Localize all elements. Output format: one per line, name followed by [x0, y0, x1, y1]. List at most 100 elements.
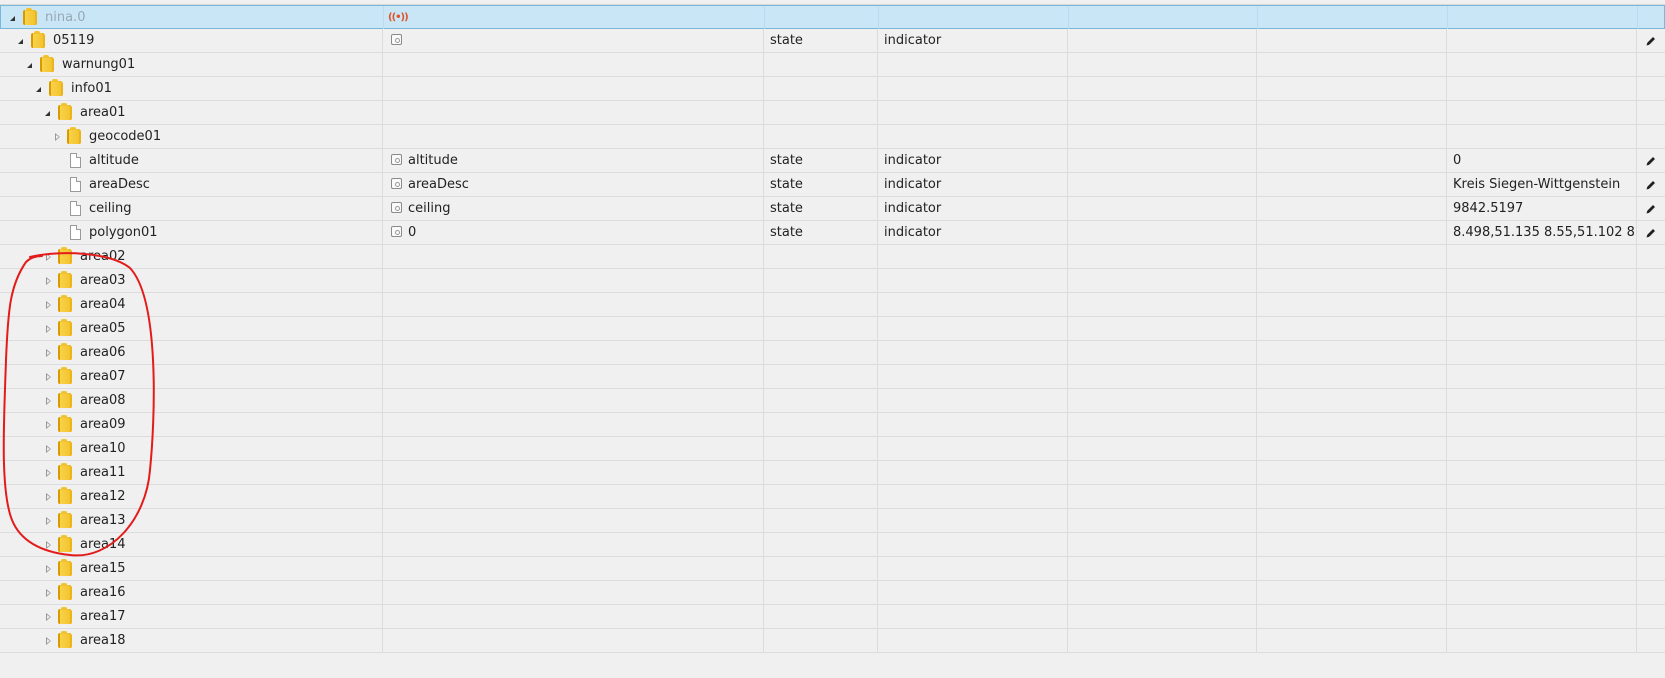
expand-toggle[interactable] — [42, 533, 54, 557]
edit-cell — [1637, 389, 1665, 413]
row-label: info01 — [71, 81, 112, 96]
expand-toggle[interactable] — [42, 245, 54, 269]
type-cell — [764, 245, 878, 269]
tree-row-root[interactable]: nina.0 — [0, 5, 1665, 30]
row-label: area04 — [80, 297, 126, 312]
tree-row-area11[interactable]: area11 — [0, 461, 1665, 485]
edit-cell[interactable] — [1637, 173, 1665, 197]
expand-toggle[interactable] — [42, 101, 54, 125]
edit-cell — [1637, 53, 1665, 77]
tree-row-05119[interactable]: 05119 state indicator — [0, 29, 1665, 53]
expand-toggle[interactable] — [15, 29, 27, 53]
expand-toggle[interactable] — [42, 437, 54, 461]
indicator-text: indicator — [884, 201, 942, 216]
tree-row-area14[interactable]: area14 — [0, 533, 1665, 557]
value-cell — [1447, 317, 1637, 341]
edit-cell[interactable] — [1637, 197, 1665, 221]
expand-toggle[interactable] — [33, 77, 45, 101]
tree-row-area12[interactable]: area12 — [0, 485, 1665, 509]
role-cell — [383, 125, 764, 149]
edit-cell — [1637, 413, 1665, 437]
expand-toggle[interactable] — [42, 557, 54, 581]
edit-cell[interactable] — [1637, 149, 1665, 173]
empty-cell — [1257, 605, 1447, 629]
tree-row-area08[interactable]: area08 — [0, 389, 1665, 413]
tree-row-area16[interactable]: area16 — [0, 581, 1665, 605]
tree-row-area13[interactable]: area13 — [0, 509, 1665, 533]
expand-toggle[interactable] — [42, 341, 54, 365]
folder-icon — [58, 271, 72, 288]
tree-row-ceiling[interactable]: ceiling ceiling state indicator 9842.5197 — [0, 197, 1665, 221]
row-label: area05 — [80, 321, 126, 336]
folder-icon — [58, 367, 72, 384]
folder-icon — [58, 439, 72, 456]
tree-row-area10[interactable]: area10 — [0, 437, 1665, 461]
expand-toggle[interactable] — [42, 461, 54, 485]
type-text — [764, 57, 770, 72]
row-label: area06 — [80, 345, 126, 360]
expand-toggle[interactable] — [42, 389, 54, 413]
edit-cell — [1637, 101, 1665, 125]
expand-toggle[interactable] — [42, 293, 54, 317]
tree-row-area05[interactable]: area05 — [0, 317, 1665, 341]
edit-cell[interactable] — [1637, 221, 1665, 245]
role-cell — [383, 485, 764, 509]
tree-row-area03[interactable]: area03 — [0, 269, 1665, 293]
edit-cell[interactable] — [1637, 29, 1665, 53]
tree-row-area07[interactable]: area07 — [0, 365, 1665, 389]
value-cell — [1447, 293, 1637, 317]
tree-row-area04[interactable]: area04 — [0, 293, 1665, 317]
indicator-cell — [878, 293, 1068, 317]
empty-cell — [1068, 29, 1257, 53]
expand-toggle[interactable] — [42, 413, 54, 437]
indicator-cell — [878, 365, 1068, 389]
empty-cell — [1257, 53, 1447, 77]
indicator-text — [878, 489, 884, 504]
row-label: altitude — [89, 153, 139, 168]
expand-toggle[interactable] — [42, 485, 54, 509]
tree-row-warnung01[interactable]: warnung01 — [0, 53, 1665, 77]
type-text — [764, 297, 770, 312]
expand-toggle[interactable] — [42, 605, 54, 629]
edit-cell — [1637, 365, 1665, 389]
type-text — [764, 537, 770, 552]
empty-cell — [1257, 125, 1447, 149]
name-cell: area05 — [0, 317, 383, 341]
type-text — [764, 273, 770, 288]
tree-row-area17[interactable]: area17 — [0, 605, 1665, 629]
type-cell — [764, 125, 878, 149]
tree-row-areaDesc[interactable]: areaDesc areaDesc state indicator Kreis Sieg… — [0, 173, 1665, 197]
pencil-icon — [1646, 157, 1655, 166]
expand-toggle[interactable] — [42, 317, 54, 341]
tree-row-area01[interactable]: area01 — [0, 101, 1665, 125]
tree-row-altitude[interactable]: altitude altitude state indicator 0 — [0, 149, 1665, 173]
indicator-text — [878, 465, 884, 480]
pencil-icon — [1646, 181, 1655, 190]
empty-cell — [1068, 125, 1257, 149]
tree-row-area09[interactable]: area09 — [0, 413, 1665, 437]
expand-toggle[interactable] — [42, 365, 54, 389]
role-cell — [383, 533, 764, 557]
expand-toggle[interactable] — [42, 509, 54, 533]
state-role-icon — [391, 154, 402, 165]
type-text — [764, 465, 770, 480]
tree-row-area18[interactable]: area18 — [0, 629, 1665, 653]
tree-row-geocode01[interactable]: geocode01 — [0, 125, 1665, 149]
indicator-text — [878, 561, 884, 576]
expand-toggle[interactable] — [7, 6, 19, 30]
name-cell: warnung01 — [0, 53, 383, 77]
expand-toggle[interactable] — [51, 125, 63, 149]
expand-toggle[interactable] — [24, 53, 36, 77]
expand-toggle[interactable] — [42, 269, 54, 293]
value-cell — [1447, 269, 1637, 293]
tree-row-polygon01[interactable]: polygon01 0 state indicator 8.498,51.135 8.5… — [0, 221, 1665, 245]
tree-row-area15[interactable]: area15 — [0, 557, 1665, 581]
folder-icon — [58, 391, 72, 408]
tree-row-info01[interactable]: info01 — [0, 77, 1665, 101]
tree-row-area02[interactable]: area02 — [0, 245, 1665, 269]
name-cell: area04 — [0, 293, 383, 317]
expand-toggle[interactable] — [42, 629, 54, 653]
expand-toggle[interactable] — [42, 581, 54, 605]
value-cell — [1447, 485, 1637, 509]
tree-row-area06[interactable]: area06 — [0, 341, 1665, 365]
